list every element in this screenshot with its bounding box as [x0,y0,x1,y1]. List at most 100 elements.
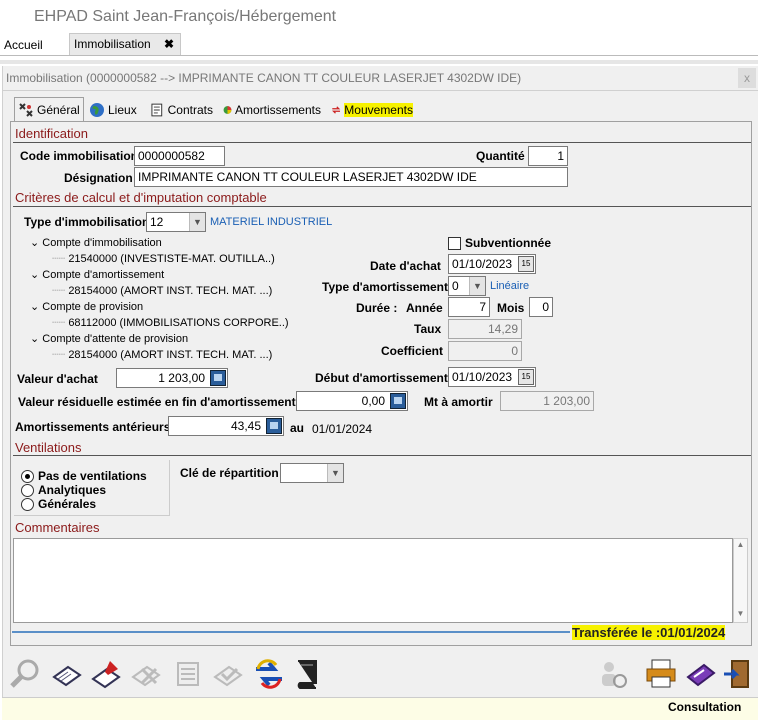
book-icon[interactable] [290,657,324,691]
delete-document-icon[interactable] [130,657,164,691]
tree-leaf-label: 28154000 (AMORT INST. TECH. MAT. ...) [68,285,273,297]
designation-field[interactable]: IMPRIMANTE CANON TT COULEUR LASERJET 430… [134,167,568,187]
valeur-residuelle-value: 0,00 [361,394,385,408]
tab-mouvements-label: Mouvements [344,103,413,117]
designation-label: Désignation [64,171,133,185]
archive-icon[interactable] [172,657,206,691]
close-tab-icon[interactable]: ✖ [164,37,174,51]
subventionnee-checkbox[interactable]: Subventionnée [448,236,551,250]
duree-label: Durée : [356,301,398,315]
radio-label: Pas de ventilations [38,469,147,483]
date-achat-field[interactable]: 01/10/2023 15 [448,254,536,274]
tab-lieux-label: Lieux [108,103,137,117]
type-immobilisation-desc: MATERIEL INDUSTRIEL [210,216,333,228]
tree-leaf[interactable]: ┄┄ 21540000 (INVESTISTE-MAT. OUTILLA..) [52,252,275,265]
tab-amortissements[interactable]: Amortissements [220,99,324,121]
transfer-status: Transférée le :01/01/2024 [572,625,726,640]
tab-contrats[interactable]: Contrats [146,99,216,121]
section-identification-title: Identification [15,126,88,141]
radio-indicator[interactable] [21,469,34,483]
tree-node[interactable]: ⌄ Compte d'amortissement [30,268,164,281]
debut-amortissement-field[interactable]: 01/10/2023 15 [448,367,536,387]
status-bar [2,697,758,720]
mois-label: Mois [497,301,525,315]
quantite-field[interactable]: 1 [528,146,568,166]
checkbox-box[interactable] [448,236,461,250]
taux-label: Taux [414,322,442,336]
tree-leaf[interactable]: ┄┄ 28154000 (AMORT INST. TECH. MAT. ...) [52,284,272,297]
date-achat-label: Date d'achat [370,259,441,273]
edit-document-icon[interactable] [90,657,124,691]
code-immobilisation-field[interactable]: 0000000582 [134,146,225,166]
type-immobilisation-label: Type d'immobilisation [24,215,150,229]
search-icon[interactable] [8,657,42,691]
validate-document-icon[interactable] [212,657,246,691]
divider [13,206,751,207]
divider [12,631,570,633]
tab-general-label: Général [37,102,80,117]
tree-leaf-label: 68112000 (IMMOBILISATIONS CORPORE..) [68,317,289,329]
valeur-residuelle-field[interactable]: 0,00 [296,391,408,411]
exit-door-icon[interactable] [722,657,756,691]
calculator-icon[interactable] [390,393,406,409]
nav-home-link[interactable]: Accueil [4,38,43,52]
cle-repartition-select[interactable]: ▼ [280,463,344,483]
mois-field[interactable]: 0 [529,297,553,317]
tree-node[interactable]: ⌄ Compte d'immobilisation [30,236,162,249]
tree-expander-icon: ⌄ [30,269,43,281]
chevron-down-icon[interactable]: ▼ [327,464,343,482]
scroll-up-icon[interactable]: ▲ [734,540,747,549]
radio-indicator[interactable] [21,497,34,511]
calendar-icon[interactable]: 15 [518,369,534,385]
calendar-icon[interactable]: 15 [518,256,534,272]
quantite-label: Quantité [476,149,525,163]
tree-leaf-label: 21540000 (INVESTISTE-MAT. OUTILLA..) [68,253,275,265]
cle-repartition-label: Clé de répartition [180,466,279,480]
transfer-icon[interactable] [252,657,286,691]
type-immobilisation-select[interactable]: 12 ▼ [146,212,206,232]
debut-amortissement-label: Début d'amortissement [315,371,448,385]
tab-general[interactable]: Général [14,97,84,121]
tab-mouvements[interactable]: Mouvements [328,99,416,121]
tree-connector: ┄┄ [52,253,69,265]
scroll-down-icon[interactable]: ▼ [734,609,747,618]
users-icon[interactable] [596,657,630,691]
window-close-button[interactable]: x [738,68,756,88]
commentaires-textarea[interactable] [13,538,733,623]
radio-indicator[interactable] [21,483,34,497]
calculator-icon[interactable] [210,370,226,386]
code-immobilisation-label: Code immobilisation [20,149,139,163]
chevron-down-icon[interactable]: ▼ [469,277,485,295]
valeur-achat-field[interactable]: 1 203,00 [116,368,228,388]
scrollbar[interactable]: ▲ ▼ [733,538,748,623]
type-amortissement-select[interactable]: 0 ▼ [448,276,486,296]
tab-lieux[interactable]: Lieux [86,99,142,121]
divider [13,455,751,456]
radio-pas-ventilations[interactable]: Pas de ventilations [21,469,147,483]
divider [13,142,751,143]
new-document-icon[interactable] [50,657,84,691]
tree-leaf[interactable]: ┄┄ 28154000 (AMORT INST. TECH. MAT. ...) [52,348,272,361]
au-date: 01/01/2024 [312,422,373,436]
amortissements-anterieurs-field[interactable]: 43,45 [168,416,284,436]
print-icon[interactable] [644,657,678,691]
doc-tab-immobilisation[interactable]: Immobilisation ✖ [69,33,181,55]
tree-node-label: Compte de provision [42,301,144,313]
amortissements-anterieurs-value: 43,45 [230,419,261,433]
type-immobilisation-value: 12 [150,215,164,229]
export-icon[interactable] [684,657,718,691]
annee-field[interactable]: 7 [448,297,490,317]
contract-icon [151,103,163,117]
tab-amortissements-label: Amortissements [234,103,321,117]
tree-leaf[interactable]: ┄┄ 68112000 (IMMOBILISATIONS CORPORE..) [52,316,289,329]
mt-amortir-field: 1 203,00 [500,391,594,411]
radio-label: Générales [38,497,97,511]
calculator-icon[interactable] [266,418,282,434]
tree-node[interactable]: ⌄ Compte de provision [30,300,143,313]
tree-node[interactable]: ⌄ Compte d'attente de provision [30,332,188,345]
radio-generales[interactable]: Générales [21,497,96,511]
tree-leaf-label: 28154000 (AMORT INST. TECH. MAT. ...) [68,349,273,361]
chevron-down-icon[interactable]: ▼ [189,213,205,231]
radio-analytiques[interactable]: Analytiques [21,483,106,497]
tree-expander-icon: ⌄ [30,333,43,345]
